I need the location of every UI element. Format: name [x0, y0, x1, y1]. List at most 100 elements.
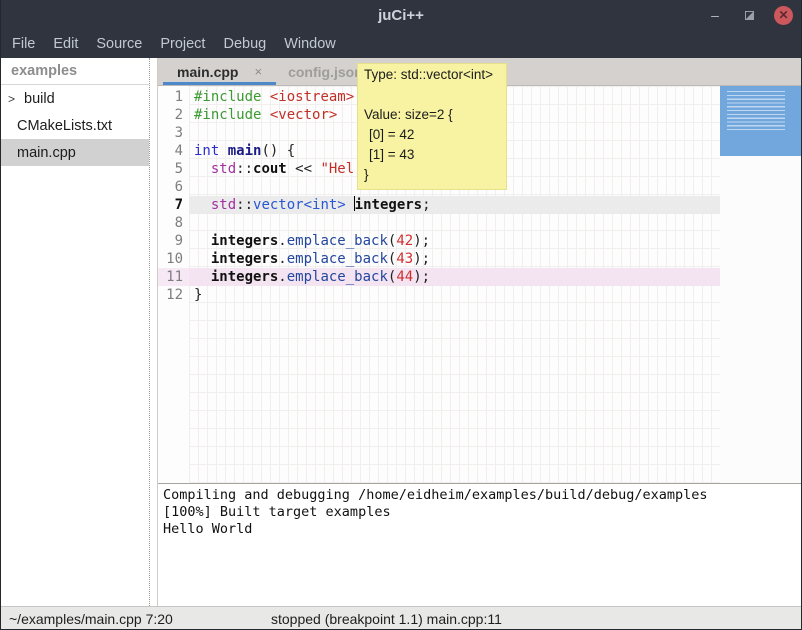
minimize-button[interactable]: –: [706, 6, 724, 24]
tree-item-label: main.cpp: [17, 145, 76, 161]
line-number[interactable]: 6: [158, 178, 189, 196]
tooltip-type: Type: std::vector<int>: [364, 67, 500, 83]
code-token: integers: [211, 233, 278, 249]
code-line-8[interactable]: [189, 214, 720, 232]
menu-item-file[interactable]: File: [3, 30, 44, 58]
code-token: #include: [194, 107, 261, 123]
code-token: int: [194, 143, 219, 159]
code-token: () {: [261, 143, 295, 159]
code-token: ;: [422, 197, 430, 213]
menu-item-debug[interactable]: Debug: [214, 30, 275, 58]
active-tab-underline: [163, 82, 276, 85]
restore-button[interactable]: [740, 6, 758, 24]
tooltip-entry: [0] = 42: [364, 127, 500, 143]
file-tree-sidebar: examples >buildCMakeLists.txtmain.cpp: [1, 58, 150, 606]
tree-item-build[interactable]: >build: [1, 85, 149, 112]
file-tree-root: examples: [1, 58, 149, 85]
code-token: integers: [211, 269, 278, 285]
line-number[interactable]: 8: [158, 214, 189, 232]
minimap[interactable]: [720, 86, 801, 483]
code-token: .: [278, 269, 286, 285]
code-token: main: [228, 143, 262, 159]
build-output-panel: Compiling and debugging /home/eidheim/ex…: [158, 484, 801, 606]
tree-item-cmakelists-txt[interactable]: CMakeLists.txt: [1, 112, 149, 139]
code-token: ::: [236, 161, 253, 177]
menu-item-project[interactable]: Project: [151, 30, 214, 58]
restore-icon: [745, 11, 754, 20]
code-token: integers: [355, 197, 422, 213]
code-token: [219, 143, 227, 159]
line-number[interactable]: 2: [158, 106, 189, 124]
tab-main-cpp[interactable]: main.cpp ×: [163, 58, 276, 85]
code-line-9[interactable]: integers.emplace_back(42);: [189, 232, 720, 250]
code-token: );: [413, 269, 430, 285]
code-token: vector<int>: [253, 197, 346, 213]
code-token: }: [194, 287, 202, 303]
output-line: Hello World: [163, 521, 801, 538]
code-token: emplace_back: [287, 269, 388, 285]
line-number[interactable]: 3: [158, 124, 189, 142]
line-number[interactable]: 7: [158, 196, 189, 214]
statusbar: ~/examples/main.cpp 7:20 stopped (breakp…: [1, 606, 801, 630]
code-line-11[interactable]: integers.emplace_back(44);: [189, 268, 720, 286]
line-number[interactable]: 1: [158, 88, 189, 106]
line-number[interactable]: 12: [158, 286, 189, 304]
code-token: [261, 89, 269, 105]
code-line-10[interactable]: integers.emplace_back(43);: [189, 250, 720, 268]
code-token: <iostream>: [270, 89, 354, 105]
pane-splitter[interactable]: [150, 58, 158, 606]
code-token: integers: [211, 251, 278, 267]
code-token: "Hel: [320, 161, 354, 177]
code-token: );: [413, 233, 430, 249]
code-token: <vector>: [270, 107, 337, 123]
menu-item-window[interactable]: Window: [275, 30, 345, 58]
jucipp-window: juCi++ – ✕ FileEditSourceProjectDebugWin…: [0, 0, 802, 630]
code-token: emplace_back: [287, 233, 388, 249]
tree-item-main-cpp[interactable]: main.cpp: [1, 139, 149, 166]
line-number[interactable]: 4: [158, 142, 189, 160]
code-token: std: [211, 161, 236, 177]
chevron-right-icon[interactable]: >: [8, 92, 23, 106]
code-token: [194, 233, 211, 249]
tab-label: main.cpp: [177, 64, 238, 80]
close-button[interactable]: ✕: [774, 6, 793, 25]
code-token: 42: [396, 233, 413, 249]
code-line-12[interactable]: }: [189, 286, 720, 304]
window-title: juCi++: [1, 7, 801, 24]
line-number[interactable]: 10: [158, 250, 189, 268]
code-token: cout: [253, 161, 287, 177]
code-token: );: [413, 251, 430, 267]
status-debug-state: stopped (breakpoint 1.1) main.cpp:11: [271, 611, 502, 627]
code-token: std: [211, 197, 236, 213]
output-line: Compiling and debugging /home/eidheim/ex…: [163, 487, 801, 504]
code-line-7[interactable]: std::vector<int> integers;: [189, 196, 720, 214]
file-tree-items: >buildCMakeLists.txtmain.cpp: [1, 85, 149, 166]
code-token: [194, 269, 211, 285]
menu-item-edit[interactable]: Edit: [44, 30, 87, 58]
output-line: [100%] Built target examples: [163, 504, 801, 521]
line-number[interactable]: 11: [158, 268, 189, 286]
tooltip-brace: }: [364, 167, 500, 183]
minimap-slider[interactable]: [720, 86, 801, 156]
line-number[interactable]: 9: [158, 232, 189, 250]
code-token: emplace_back: [287, 251, 388, 267]
code-token: #include: [194, 89, 261, 105]
close-icon: ✕: [778, 9, 788, 21]
code-token: <<: [287, 161, 321, 177]
menu-item-source[interactable]: Source: [87, 30, 151, 58]
code-token: .: [278, 233, 286, 249]
code-token: .: [278, 251, 286, 267]
menubar: FileEditSourceProjectDebugWindow: [1, 30, 801, 58]
code-token: [194, 161, 211, 177]
tooltip-value: Value: size=2 {: [364, 107, 500, 123]
minimap-code-preview: [727, 91, 785, 133]
tab-label: config.json: [288, 64, 363, 80]
code-token: 44: [396, 269, 413, 285]
line-number[interactable]: 5: [158, 160, 189, 178]
code-token: 43: [396, 251, 413, 267]
code-token: [194, 197, 211, 213]
code-token: [194, 251, 211, 267]
tab-close-icon[interactable]: ×: [254, 64, 262, 79]
window-controls: – ✕: [706, 0, 793, 30]
tree-item-label: build: [24, 91, 55, 107]
